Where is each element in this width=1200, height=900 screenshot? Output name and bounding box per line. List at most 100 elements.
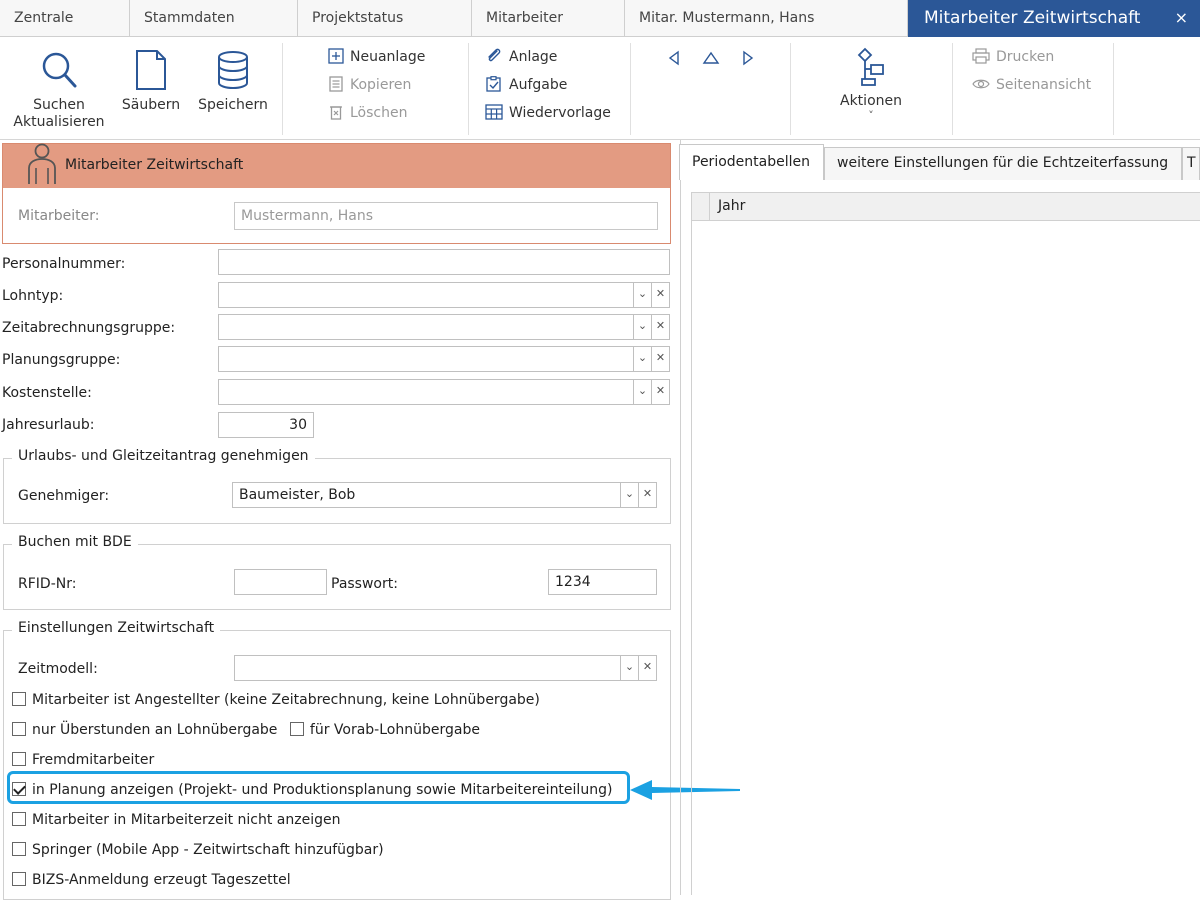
next-arrow-icon[interactable] [740,50,756,66]
chevron-down-icon[interactable]: ⌄ [620,483,638,507]
print-button[interactable]: Drucken [972,46,1054,68]
tab-mitarbeiter-zeitwirtschaft[interactable]: Mitarbeiter Zeitwirtschaft × [908,0,1200,37]
personnel-number-input[interactable] [218,249,670,275]
person-icon [28,143,56,184]
delete-label: Löschen [350,105,408,121]
chevron-down-icon[interactable]: ⌄ [633,380,651,404]
actions-button[interactable]: Aktionen ˅ [830,47,912,122]
checkbox-external-employee[interactable]: Fremdmitarbeiter [12,748,656,772]
save-button[interactable]: Speichern [192,49,274,114]
checkbox-advance-payroll[interactable]: für Vorab-Lohnübergabe [289,722,480,738]
search-icon [42,52,77,88]
page-preview-button[interactable]: Seitenansicht [972,74,1091,96]
checkbox-box[interactable] [12,722,26,736]
attachment-button[interactable]: Anlage [485,46,557,68]
checkbox-box[interactable] [289,722,304,736]
ribbon-separator [630,43,631,135]
ribbon-separator [282,43,283,135]
grid-row-header [692,193,710,221]
period-table-grid: Jahr [691,192,1200,895]
clear-label: Säubern [121,97,181,113]
checkbox-label: für Vorab-Lohnübergabe [309,722,480,738]
resubmission-button[interactable]: Wiedervorlage [485,102,611,124]
approver-value: Baumeister, Bob [239,487,356,503]
tab-projektstatus[interactable]: Projektstatus [298,0,472,37]
annual-leave-label: Jahresurlaub: [2,417,95,433]
chevron-down-icon[interactable]: ⌄ [620,656,638,680]
chevron-down-icon[interactable]: ⌄ [633,283,651,307]
planning-group-select[interactable]: ⌄ ✕ [218,346,670,372]
new-button[interactable]: Neuanlage [328,46,425,68]
personnel-number-label: Personalnummer: [2,256,126,272]
resubmission-label: Wiedervorlage [509,105,611,121]
tab-mitarbeiter[interactable]: Mitarbeiter [472,0,625,37]
time-billing-group-select[interactable]: ⌄ ✕ [218,314,670,340]
annual-leave-input[interactable]: 30 [218,412,314,438]
clear-x-icon[interactable]: ✕ [651,283,669,307]
checkbox-hide-in-employee-time[interactable]: Mitarbeiter in Mitarbeiterzeit nicht anz… [12,808,656,832]
checkbox-row-overtime: nur Überstunden an Lohnübergabe für Vora… [12,718,656,742]
task-button[interactable]: Aufgabe [485,74,567,96]
database-icon [218,51,248,90]
chevron-down-icon[interactable]: ⌄ [633,315,651,339]
time-model-label: Zeitmodell: [18,661,98,677]
highlight-frame [7,771,630,804]
tab-label: Projektstatus [312,10,404,26]
search-label: Suchen [33,97,85,113]
ribbon-separator [952,43,953,135]
tab-realtime-settings[interactable]: weitere Einstellungen für die Echtzeiter… [824,147,1182,180]
approval-group: Urlaubs- und Gleitzeitantrag genehmigen … [3,448,671,524]
new-label: Neuanlage [350,49,426,65]
calendar-grid-icon [485,104,503,120]
approver-select[interactable]: Baumeister, Bob ⌄ ✕ [232,482,657,508]
previous-arrow-icon[interactable] [666,50,682,66]
checkbox-label: Fremdmitarbeiter [32,752,155,768]
tab-mitarbeiter-mustermann[interactable]: Mitar. Mustermann, Hans [625,0,908,37]
search-refresh-button[interactable]: Suchen Aktualisieren [8,49,110,131]
checkbox-bizs-daily-slip[interactable]: BIZS-Anmeldung erzeugt Tageszettel [12,868,656,892]
chevron-down-icon[interactable]: ⌄ [633,347,651,371]
copy-button[interactable]: Kopieren [328,74,411,96]
tab-zentrale[interactable]: Zentrale [0,0,130,37]
dropdown-caret-icon: ˅ [868,109,874,122]
cost-center-label: Kostenstelle: [2,385,92,401]
time-model-select[interactable]: ⌄ ✕ [234,655,657,681]
clear-button[interactable]: Säubern [116,49,186,114]
tab-period-tables[interactable]: Periodentabellen [679,144,824,180]
paperclip-icon [488,48,501,62]
clear-x-icon[interactable]: ✕ [651,315,669,339]
delete-button[interactable]: Löschen [328,102,407,124]
approval-group-legend: Urlaubs- und Gleitzeitantrag genehmigen [12,448,315,464]
password-label: Passwort: [331,576,398,592]
checkbox-employee-salaried[interactable]: Mitarbeiter ist Angestellter (keine Zeit… [12,688,656,712]
trash-icon [330,106,342,120]
cost-center-select[interactable]: ⌄ ✕ [218,379,670,405]
tab-stammdaten[interactable]: Stammdaten [130,0,298,37]
up-arrow-icon[interactable] [702,50,720,66]
clear-x-icon[interactable]: ✕ [651,347,669,371]
tab-label: Zentrale [14,10,74,26]
column-header-year[interactable]: Jahr [718,198,745,214]
password-input[interactable]: 1234 [548,569,657,595]
ribbon-toolbar: Suchen Aktualisieren Säubern Speichern N… [0,37,1200,140]
checkbox-overtime-only[interactable]: nur Überstunden an Lohnübergabe [12,722,277,738]
clear-x-icon[interactable]: ✕ [651,380,669,404]
ribbon-separator [790,43,791,135]
detail-tabs: Periodentabellen weitere Einstellungen f… [679,144,1200,180]
checkbox-box[interactable] [12,842,26,856]
document-tabs: Zentrale Stammdaten Projektstatus Mitarb… [0,0,1200,37]
checkbox-box[interactable] [12,752,26,766]
rfid-label: RFID-Nr: [18,576,77,592]
wage-type-select[interactable]: ⌄ ✕ [218,282,670,308]
clear-x-icon[interactable]: ✕ [638,656,656,680]
rfid-input[interactable] [234,569,327,595]
checkbox-jumper[interactable]: Springer (Mobile App - Zeitwirtschaft hi… [12,838,656,862]
checkbox-label: Mitarbeiter ist Angestellter (keine Zeit… [32,692,540,708]
clear-x-icon[interactable]: ✕ [638,483,656,507]
checkbox-box[interactable] [12,872,26,886]
checkbox-box[interactable] [12,812,26,826]
close-tab-icon[interactable]: × [1175,0,1188,36]
plus-box-icon [328,48,344,64]
tab-more[interactable]: T [1182,147,1200,180]
checkbox-box[interactable] [12,692,26,706]
